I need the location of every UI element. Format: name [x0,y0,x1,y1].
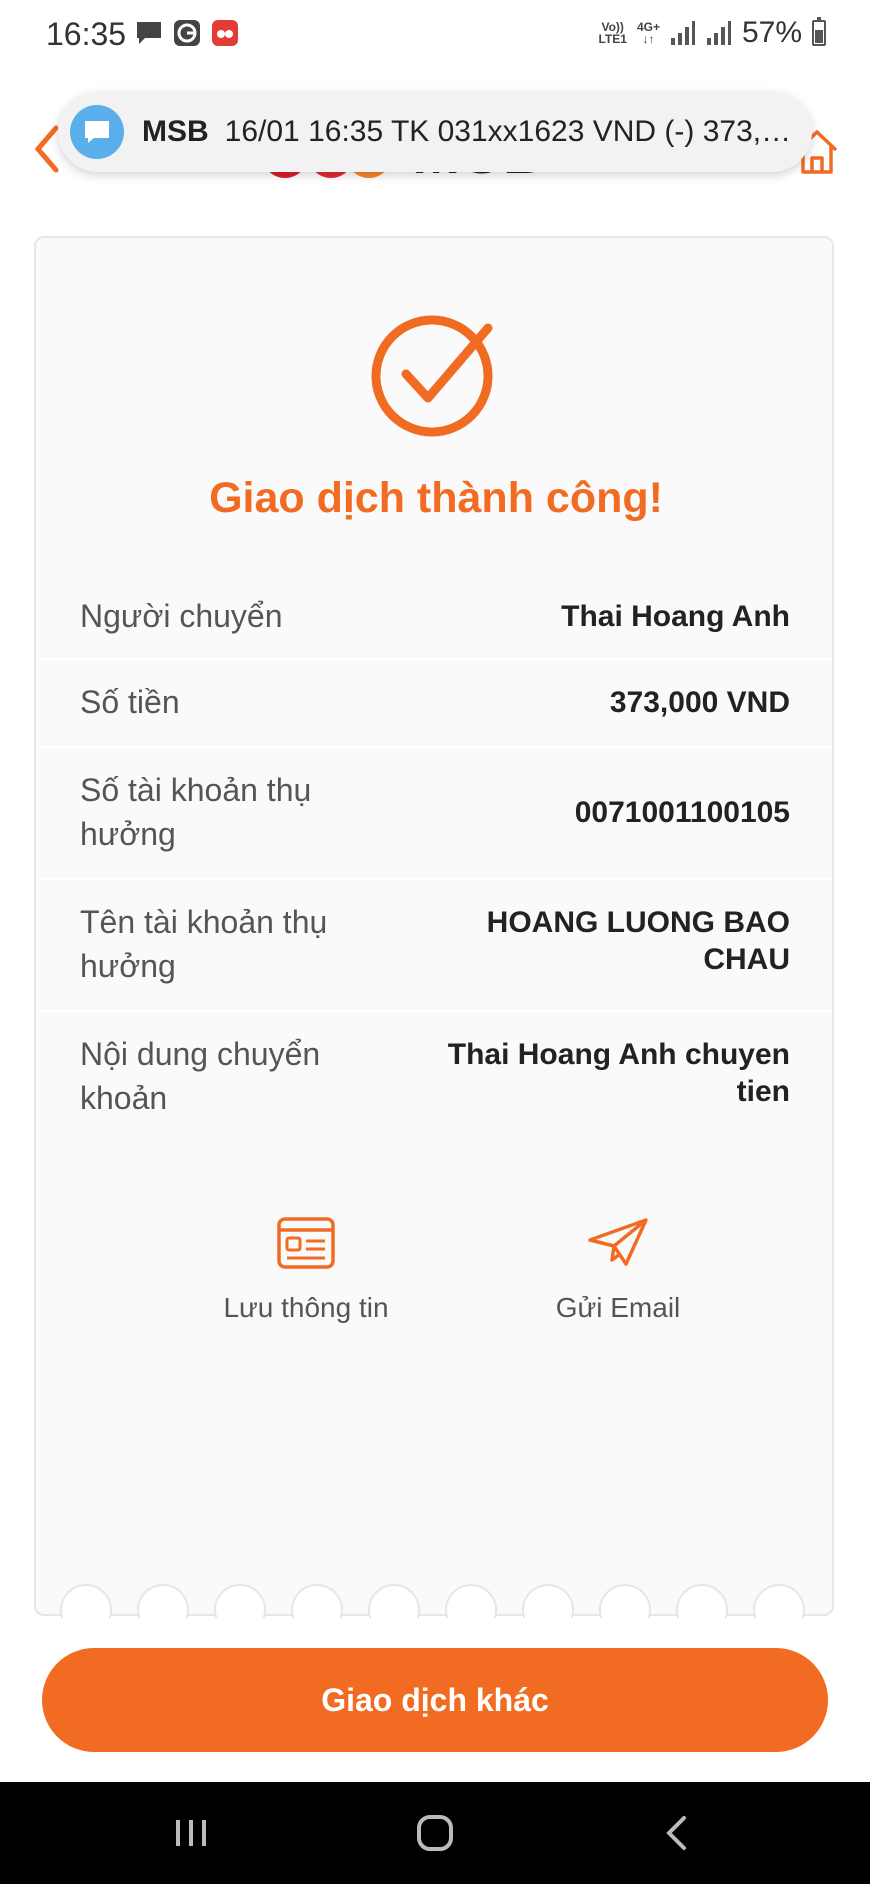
paper-plane-icon [588,1218,648,1266]
detail-label: Số tiền [80,684,180,720]
save-info-label: Lưu thông tin [223,1292,389,1323]
send-email-button[interactable]: Gửi Email [498,1216,738,1324]
battery-percent: 57% [741,16,802,49]
detail-value: Thai Hoang Anh chuyen tien [447,1038,790,1108]
home-circle-icon[interactable] [410,1810,460,1856]
recents-icon[interactable] [166,1810,216,1856]
send-email-label: Gửi Email [555,1292,681,1323]
navigation-bar [0,1782,870,1884]
status-time: 16:35 [46,16,127,52]
volte-indicator: Vo)) LTE1 [598,20,627,46]
check-circle-icon [371,315,493,437]
chat-bubble-icon [134,18,164,48]
status-bar: 16:35 Vo)) LTE1 4G+ ↓↑ 57% [0,0,870,72]
status-notification-icons [134,18,240,48]
id-card-icon [277,1217,335,1269]
notification-text: 16/01 16:35 TK 031xx1623 VND (-) 373,0..… [224,115,795,148]
red-app-icon [210,18,240,48]
signal-icon-2 [706,21,731,45]
detail-value: Thai Hoang Anh [561,600,790,633]
battery-icon [812,17,826,46]
message-icon [70,105,124,159]
data-type-indicator: 4G+ ↓↑ [636,20,660,46]
detail-label: Tên tài khoản thụ hưởng [80,904,328,984]
other-transaction-button[interactable]: Giao dịch khác [42,1648,828,1752]
detail-label: Số tài khoản thụ hưởng [80,772,312,852]
notification-sender: MSB [142,115,209,148]
detail-row-sender: Người chuyển Thai Hoang Anh [36,574,832,660]
detail-value: 373,000 VND [609,686,790,719]
detail-label: Nội dung chuyển khoản [80,1036,321,1116]
success-title: Giao dịch thành công! [209,474,663,522]
back-chevron-icon[interactable] [652,1810,702,1856]
status-right: Vo)) LTE1 4G+ ↓↑ 57% [598,16,826,50]
sms-notification[interactable]: MSB 16/01 16:35 TK 031xx1623 VND (-) 373… [58,92,812,172]
detail-value: 0071001100105 [574,796,790,829]
detail-row-content: Nội dung chuyển khoản Thai Hoang Anh chu… [36,1012,832,1142]
signal-icon [670,21,695,45]
detail-label: Người chuyển [80,598,283,634]
detail-row-account-name: Tên tài khoản thụ hưởng HOANG LUONG BAO … [36,880,832,1012]
detail-row-amount: Số tiền 373,000 VND [36,660,832,748]
receipt-edge [36,1584,832,1618]
save-info-button[interactable]: Lưu thông tin [186,1216,426,1324]
detail-row-account-number: Số tài khoản thụ hưởng 0071001100105 [36,748,832,880]
receipt-card: Giao dịch thành công! Người chuyển Thai … [34,236,834,1618]
g-app-icon [172,18,202,48]
detail-value: HOANG LUONG BAO CHAU [486,906,790,976]
